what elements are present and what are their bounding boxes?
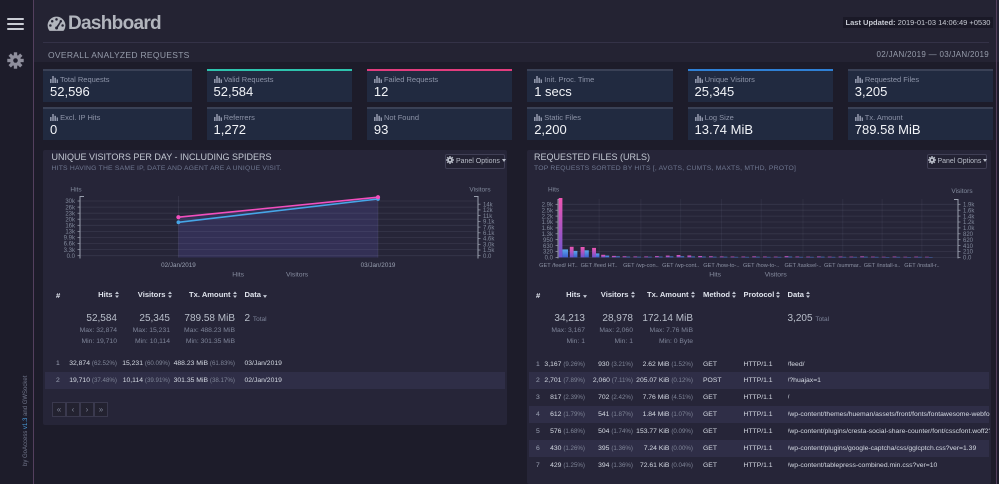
svg-text:Visitors: Visitors (286, 272, 309, 279)
svg-text:GET /feed/ HT..: GET /feed/ HT.. (539, 263, 578, 269)
svg-text:GET /install-s..: GET /install-s.. (864, 263, 901, 269)
svg-text:Hits: Hits (709, 272, 721, 279)
svg-text:03/Jan/2019: 03/Jan/2019 (361, 262, 396, 269)
svg-text:Hits: Hits (548, 187, 560, 194)
svg-text:GET /how-to-..: GET /how-to-.. (743, 263, 780, 269)
svg-text:GET /tasksel-..: GET /tasksel-.. (785, 263, 822, 269)
svg-text:GET /wp-con..: GET /wp-con.. (623, 263, 659, 269)
svg-text:Visitors: Visitors (765, 272, 788, 279)
svg-text:Hits: Hits (70, 187, 82, 194)
svg-text:Hits: Hits (232, 272, 244, 279)
svg-text:0.0: 0.0 (545, 256, 554, 262)
svg-text:0.0: 0.0 (963, 256, 972, 262)
svg-text:Visitors: Visitors (469, 187, 491, 194)
svg-text:0.0: 0.0 (67, 254, 76, 260)
svg-text:0.0: 0.0 (483, 254, 492, 260)
svg-text:GET /wp-cont..: GET /wp-cont.. (662, 263, 700, 269)
svg-text:GET /how-to-..: GET /how-to-.. (703, 263, 740, 269)
svg-text:02/Jan/2019: 02/Jan/2019 (161, 262, 196, 269)
svg-text:GET /summar..: GET /summar.. (824, 263, 862, 269)
svg-text:GET /feed HT..: GET /feed HT.. (581, 263, 618, 269)
svg-text:GET /install-r..: GET /install-r.. (904, 263, 940, 269)
svg-text:Visitors: Visitors (951, 188, 973, 195)
